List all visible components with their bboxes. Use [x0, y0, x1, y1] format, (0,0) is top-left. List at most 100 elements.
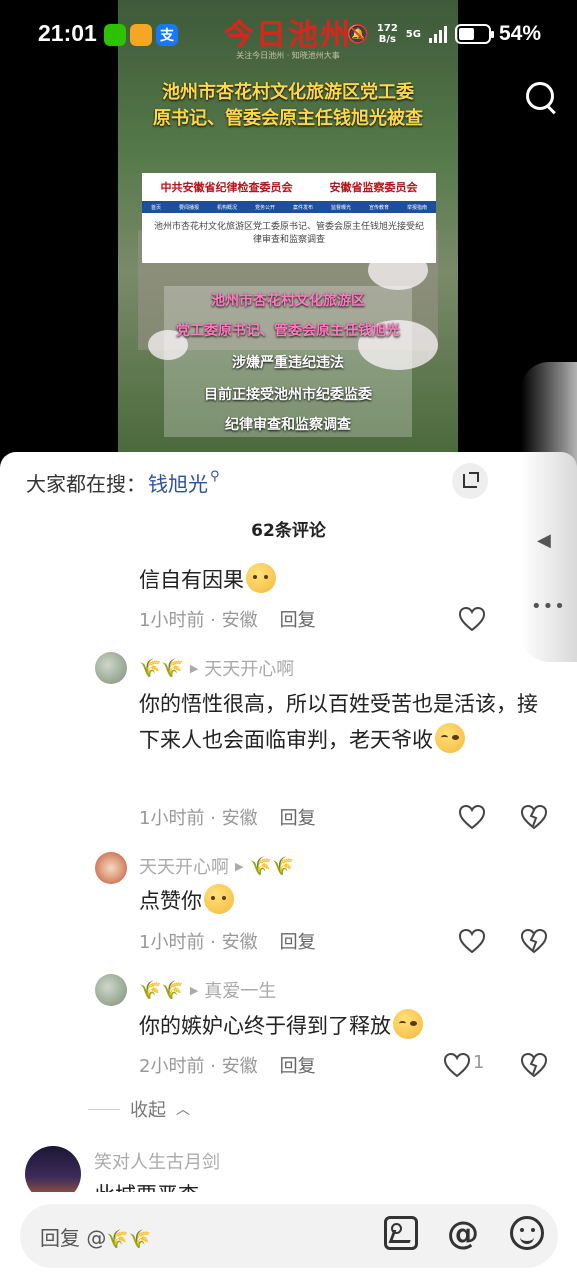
- comment-user-line: 天天开心啊 ▶ 🌾🌾: [139, 853, 294, 879]
- expand-icon: [463, 472, 479, 488]
- web-nav-item: 机构概况: [216, 204, 237, 211]
- comment-meta: 1小时前 · 安徽 回复: [139, 610, 316, 631]
- like-heart-icon[interactable]: [458, 928, 486, 954]
- more-icon[interactable]: •••: [531, 596, 571, 620]
- reply-to-user[interactable]: 天天开心啊: [204, 655, 294, 681]
- comment-count: 62条评论: [251, 521, 326, 541]
- image-icon[interactable]: [384, 1216, 418, 1250]
- wheat-emoji-icon: 🌾🌾: [139, 657, 184, 679]
- net-speed-value: 172: [376, 23, 398, 34]
- reply-placeholder: 回复 @🌾🌾: [40, 1222, 151, 1251]
- search-icon[interactable]: [524, 80, 558, 114]
- thinking-emoji-icon: [246, 563, 276, 593]
- comment-user-line: 🌾🌾 ▶ 天天开心啊: [139, 655, 294, 681]
- web-nav: 首页 要闻播报 机构概况 党务公开 案件发布 监督曝光 宣传教育 举报指南: [142, 201, 436, 213]
- comment-time: 1小时前: [139, 808, 205, 829]
- expand-button[interactable]: [452, 463, 488, 499]
- alipay-icon: 支: [156, 24, 178, 46]
- comment-body: 你的嫉妒心终于得到了释放: [139, 1014, 391, 1038]
- dislike-broken-heart-icon[interactable]: [520, 928, 548, 954]
- comment-body: 你的悟性很高，所以百姓受苦也是活该，接下来人也会面临审判，老天爷收: [139, 692, 538, 752]
- weather-icon: [130, 24, 152, 46]
- avatar[interactable]: [95, 974, 127, 1006]
- reply-button[interactable]: 回复: [280, 932, 316, 953]
- caption-line: 池州市杏花村文化旅游区: [211, 293, 365, 309]
- avatar[interactable]: [95, 652, 127, 684]
- reply-button[interactable]: 回复: [280, 808, 316, 829]
- web-header-left: 中共安徽省纪律检查委员会: [160, 181, 293, 194]
- reply-to-user[interactable]: 真爱一生: [204, 977, 276, 1003]
- battery-percent: 54%: [498, 22, 541, 45]
- like-count: 1: [473, 1052, 485, 1073]
- comment-time: 1小时前: [139, 932, 205, 953]
- web-nav-item: 党务公开: [254, 204, 275, 211]
- caption-line: 目前正接受池州市纪委监委: [204, 387, 372, 403]
- comment-user-line: 🌾🌾 ▶ 真爱一生: [139, 977, 276, 1003]
- net-speed-unit: B/s: [378, 34, 396, 45]
- comment-location: 安徽: [221, 932, 258, 953]
- comment-location: 安徽: [221, 610, 258, 631]
- comment-meta: 1小时前 · 安徽 回复: [139, 808, 316, 829]
- headline-line: 池州市杏花村文化旅游区党工委: [162, 82, 414, 103]
- comment-author[interactable]: 笑对人生古月剑: [94, 1148, 220, 1174]
- reply-arrow-icon: ▶: [235, 859, 244, 873]
- dislike-broken-heart-icon[interactable]: [520, 804, 548, 830]
- wechat-icon: [104, 24, 126, 46]
- battery-icon: [454, 24, 494, 44]
- avatar[interactable]: [95, 852, 127, 884]
- mention-icon[interactable]: @: [446, 1216, 480, 1250]
- dislike-broken-heart-icon[interactable]: [520, 1052, 548, 1078]
- comment-body: 信自有因果: [139, 568, 244, 592]
- web-nav-item: 要闻播报: [178, 204, 199, 211]
- comment-text: 点赞你: [139, 883, 234, 919]
- trending-label: 大家都在搜：: [26, 471, 146, 496]
- comment-body: 点赞你: [139, 889, 202, 913]
- comment-text: 你的悟性很高，所以百姓受苦也是活该，接下来人也会面临审判，老天爷收: [139, 686, 539, 758]
- network-speed: 172 B/s: [377, 23, 398, 45]
- like-heart-icon[interactable]: [458, 804, 486, 830]
- collapse-label: 收起: [130, 1100, 166, 1121]
- smug-emoji-icon: [435, 723, 465, 753]
- reply-arrow-icon: ▶: [189, 983, 199, 997]
- comment-text: 信自有因果: [139, 562, 276, 598]
- search-small-icon: ⚲: [210, 468, 220, 484]
- collapse-divider: [88, 1108, 120, 1110]
- web-nav-item: 举报指南: [406, 204, 427, 211]
- chevron-up-icon: ︿: [176, 1102, 190, 1118]
- notification-icons: 支: [104, 24, 178, 46]
- comment-time: 1小时前: [139, 610, 205, 631]
- wheat-emoji-icon: 🌾🌾: [249, 855, 295, 877]
- web-header-right: 安徽省监察委员会: [329, 181, 418, 194]
- collapse-replies-button[interactable]: 收起 ︿: [88, 1096, 190, 1122]
- reply-button[interactable]: 回复: [280, 610, 316, 631]
- comment-meta: 1小时前 · 安徽 回复: [139, 932, 316, 953]
- reply-button[interactable]: 回复: [280, 1056, 316, 1077]
- video-headline: 池州市杏花村文化旅游区党工委 原书记、管委会原主任钱旭光被查: [118, 80, 458, 132]
- caption-box: 池州市杏花村文化旅游区 党工委原书记、管委会原主任钱旭光 涉嫌严重违纪违法 目前…: [164, 286, 412, 437]
- web-article-title: 池州市杏花村文化旅游区党工委原书记、管委会原主任钱旭光接受纪律审查和监察调查: [154, 222, 425, 245]
- caption-line: 党工委原书记、管委会原主任钱旭光: [176, 323, 400, 339]
- wheat-emoji-icon: 🌾🌾: [139, 979, 184, 1001]
- smug-emoji-icon: [393, 1009, 423, 1039]
- like-heart-icon[interactable]: [458, 606, 486, 632]
- wheat-emoji-icon: 🌾🌾: [106, 1229, 152, 1250]
- caption-line: 涉嫌严重违纪违法: [232, 355, 344, 371]
- signal-type: 5G: [405, 28, 421, 40]
- comment-meta: 2小时前 · 安徽 回复: [139, 1056, 316, 1077]
- web-nav-item: 首页: [150, 204, 161, 211]
- volume-icon[interactable]: ◀: [537, 530, 559, 552]
- web-nav-item: 监督曝光: [330, 204, 351, 211]
- mute-icon: 🔕: [346, 23, 369, 45]
- comment-location: 安徽: [221, 1056, 258, 1077]
- trending-term[interactable]: 钱旭光: [148, 468, 208, 497]
- emoji-icon[interactable]: [510, 1216, 544, 1250]
- thinking-emoji-icon: [204, 884, 234, 914]
- comment-text: 你的嫉妒心终于得到了释放: [139, 1008, 423, 1044]
- caption-line: 纪律审查和监察调查: [225, 417, 351, 433]
- comment-location: 安徽: [221, 808, 258, 829]
- clock: 21:01: [38, 20, 97, 46]
- trending-search[interactable]: 大家都在搜： 钱旭光 ⚲: [26, 466, 220, 498]
- like-heart-icon[interactable]: [443, 1052, 471, 1078]
- web-nav-item: 宣传教育: [368, 204, 389, 211]
- comment-author[interactable]: 天天开心啊: [139, 853, 229, 879]
